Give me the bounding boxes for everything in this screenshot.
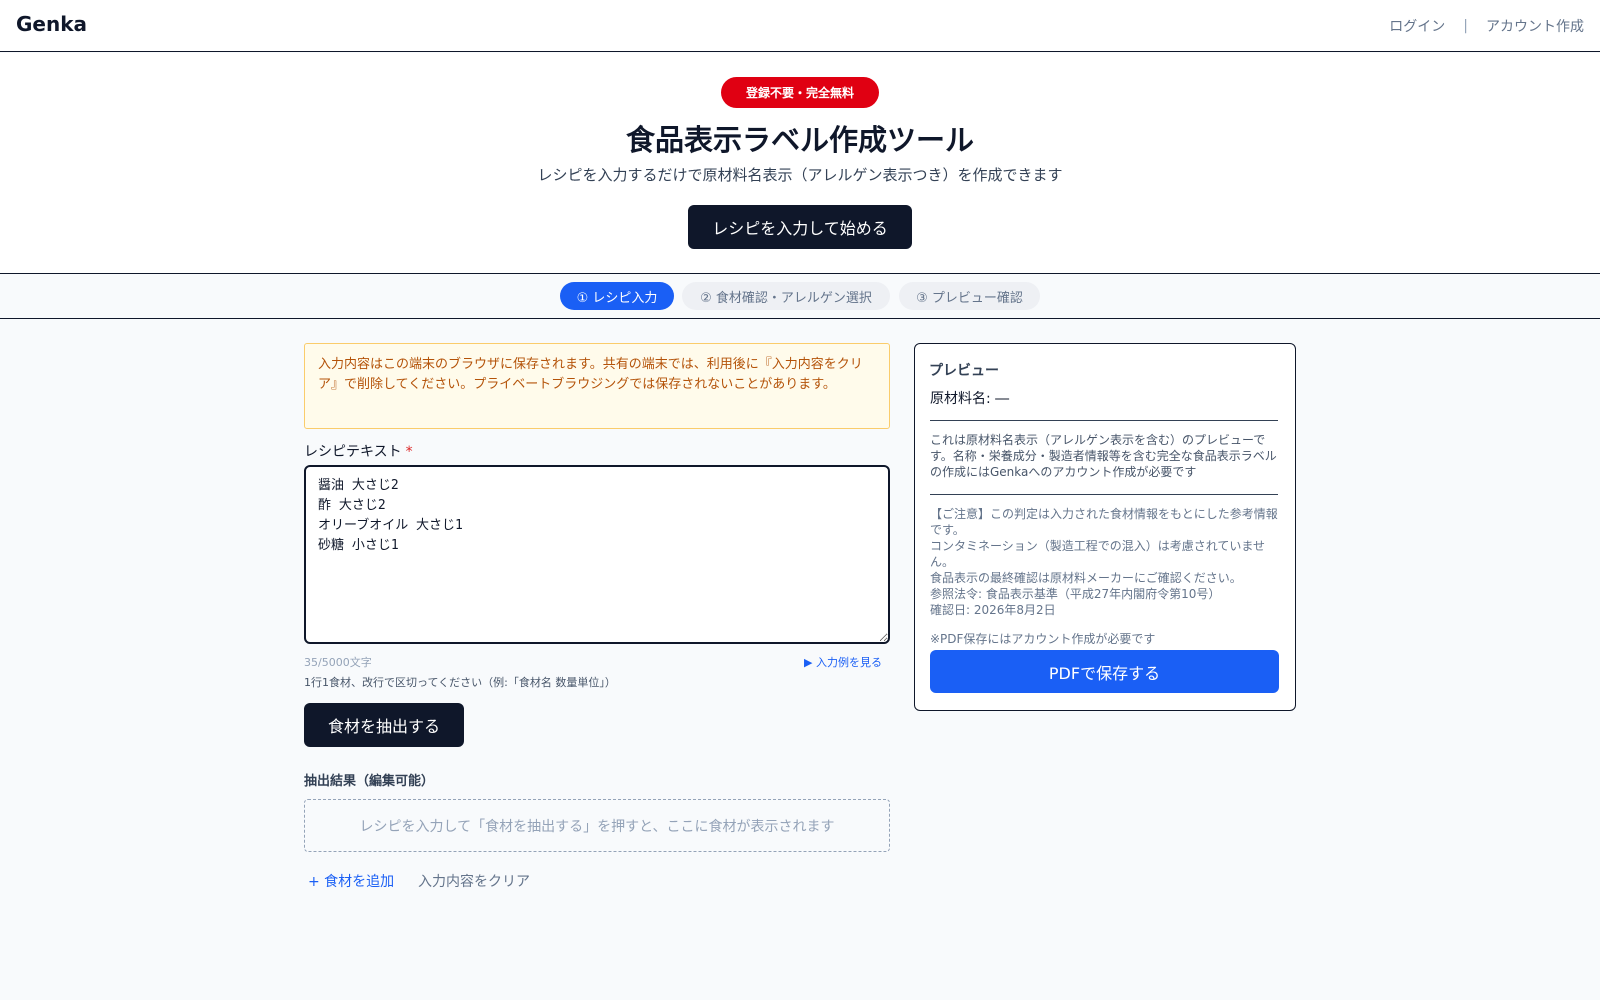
- divider: [930, 420, 1278, 421]
- step-indicator: ① レシピ入力 ② 食材確認・アレルゲン選択 ③ プレビュー確認: [0, 274, 1600, 319]
- page-subtitle: レシピを入力するだけで原材料名表示（アレルゲン表示つき）を作成できます: [537, 166, 1063, 184]
- caution-line: 食品表示の最終確認は原材料メーカーにご確認ください。: [930, 571, 1242, 585]
- caution-line: 参照法令: 食品表示基準（平成27年内閣府令第10号）: [930, 587, 1221, 601]
- required-mark: *: [405, 444, 413, 460]
- divider: [930, 494, 1278, 495]
- extract-ingredients-button[interactable]: 食材を抽出する: [304, 703, 464, 747]
- top-header: Genka ログイン | アカウント作成: [0, 0, 1600, 52]
- step-ingredient-confirm[interactable]: ② 食材確認・アレルゲン選択: [682, 282, 890, 310]
- free-badge: 登録不要・完全無料: [721, 77, 879, 108]
- login-link[interactable]: ログイン: [1389, 16, 1445, 36]
- storage-notice: 入力内容はこの端末のブラウザに保存されます。共有の端末では、利用後に『入力内容を…: [304, 343, 890, 429]
- char-counter: 35/5000文字: [304, 656, 372, 669]
- hero-section: 登録不要・完全無料 食品表示ラベル作成ツール レシピを入力するだけで原材料名表示…: [0, 53, 1600, 274]
- step-recipe-input[interactable]: ① レシピ入力: [560, 282, 674, 310]
- recipe-textarea[interactable]: 醤油 大さじ2 酢 大さじ2 オリーブオイル 大さじ1 砂糖 小さじ1: [304, 465, 890, 644]
- preview-ingredients: 原材料名: ―: [930, 391, 1010, 407]
- recipe-label: レシピテキスト *: [304, 441, 413, 461]
- add-ingredient-link[interactable]: + 食材を追加: [308, 871, 394, 891]
- caution-line: コンタミネーション（製造工程での混入）は考慮されていません。: [930, 539, 1266, 569]
- header-nav: ログイン | アカウント作成: [1389, 16, 1584, 36]
- brand-logo[interactable]: Genka: [16, 12, 87, 36]
- input-hint: 1行1食材、改行で区切ってください（例:「食材名 数量単位」）: [304, 676, 616, 689]
- show-example-link[interactable]: ▶ 入力例を見る: [804, 654, 882, 670]
- caution-block: 【ご注意】この判定は入力された食材情報をもとにした参考情報です。 コンタミネーシ…: [930, 506, 1280, 618]
- recipe-label-text: レシピテキスト: [304, 444, 402, 460]
- pdf-account-note: ※PDF保存にはアカウント作成が必要です: [930, 632, 1156, 646]
- results-empty-state: レシピを入力して「食材を抽出する」を押すと、ここに食材が表示されます: [304, 799, 890, 852]
- clear-input-link[interactable]: 入力内容をクリア: [418, 871, 530, 891]
- start-button[interactable]: レシピを入力して始める: [688, 205, 912, 249]
- preview-title: プレビュー: [929, 363, 999, 379]
- page-title: 食品表示ラベル作成ツール: [625, 123, 974, 157]
- preview-card: プレビュー 原材料名: ― これは原材料名表示（アレルゲン表示を含む）のプレビュ…: [914, 343, 1296, 711]
- nav-separator: |: [1463, 18, 1468, 34]
- signup-link[interactable]: アカウント作成: [1486, 16, 1584, 36]
- step-preview-confirm[interactable]: ③ プレビュー確認: [899, 282, 1040, 310]
- results-label: 抽出結果（編集可能）: [304, 774, 435, 789]
- caution-line: 【ご注意】この判定は入力された食材情報をもとにした参考情報です。: [930, 507, 1278, 537]
- preview-note: これは原材料名表示（アレルゲン表示を含む）のプレビューです。名称・栄養成分・製造…: [930, 433, 1277, 479]
- caution-line: 確認日: 2026年8月2日: [930, 603, 1056, 617]
- save-pdf-button[interactable]: PDFで保存する: [930, 650, 1279, 693]
